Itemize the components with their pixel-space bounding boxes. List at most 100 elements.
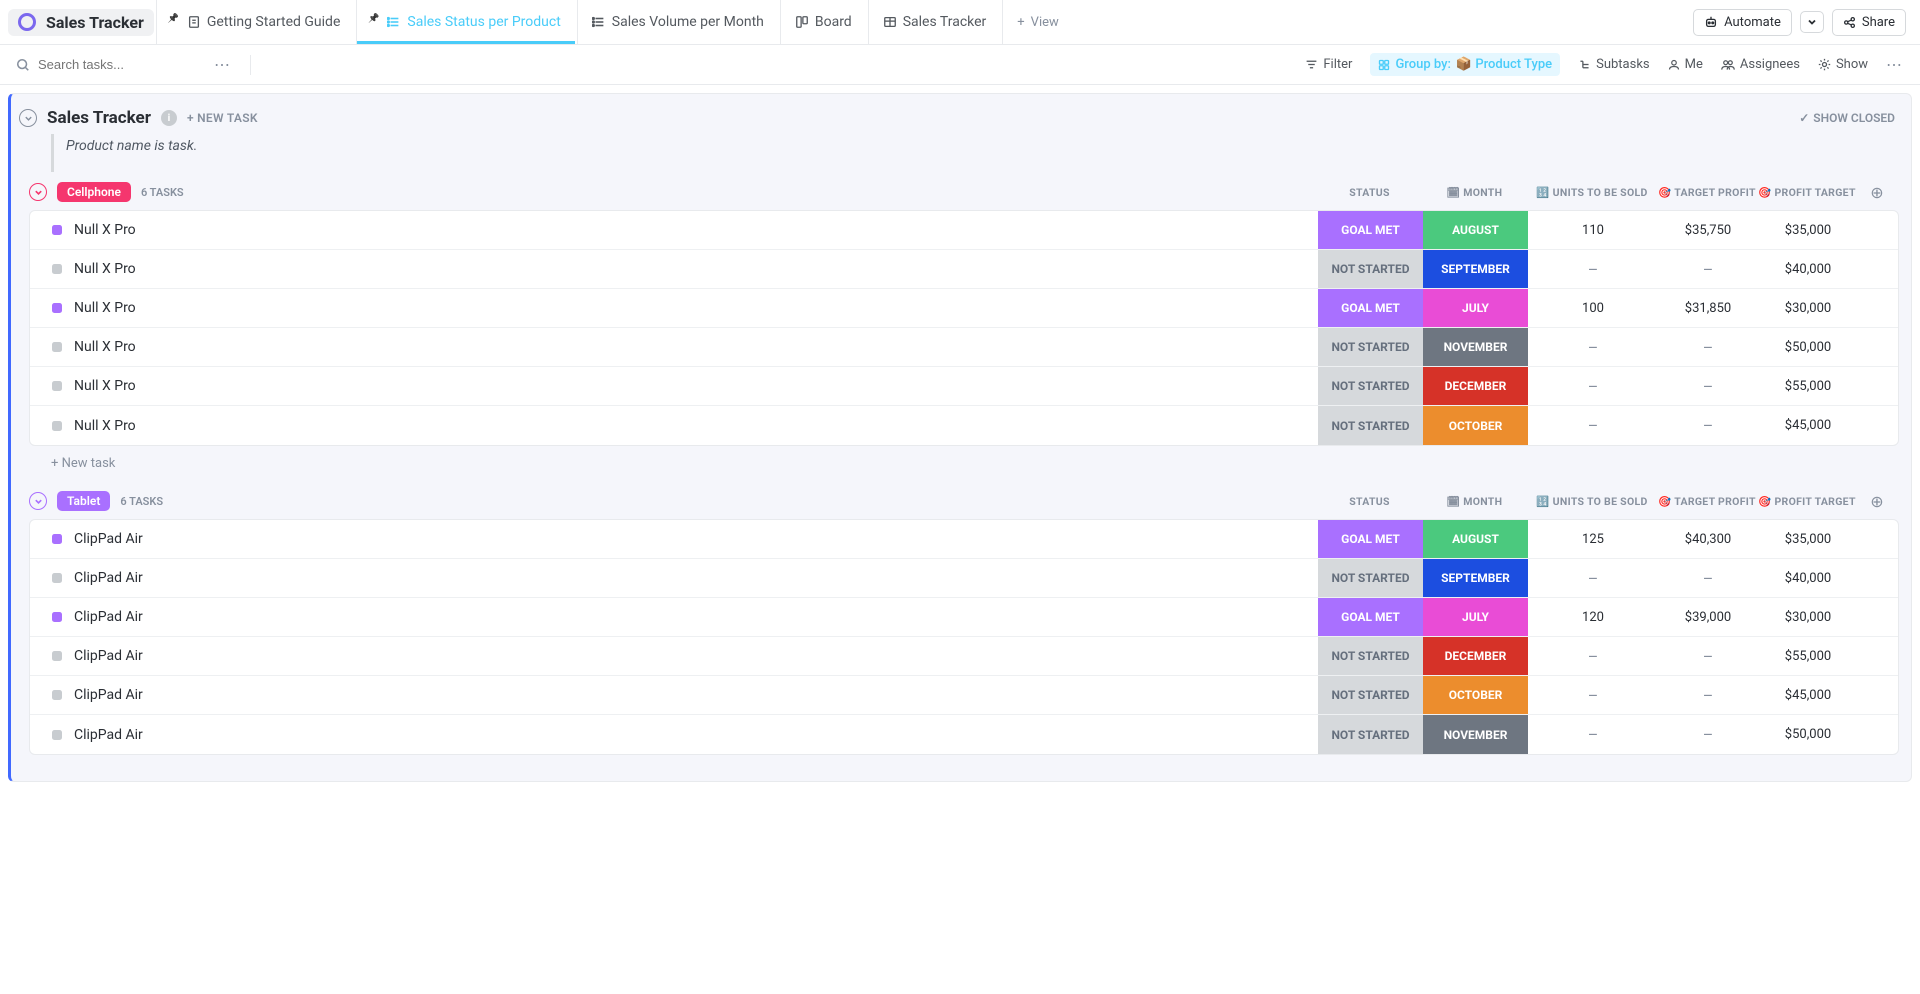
status-bullet[interactable] bbox=[52, 264, 62, 274]
units-cell[interactable]: – bbox=[1528, 569, 1658, 588]
profit-target-cell[interactable]: $45,000 bbox=[1758, 418, 1858, 433]
me-button[interactable]: Me bbox=[1668, 57, 1703, 72]
search-input[interactable] bbox=[38, 57, 178, 72]
table-row[interactable]: Null X Pro GOAL MET JULY 100 $31,850 $30… bbox=[30, 289, 1898, 328]
task-name[interactable]: Null X Pro bbox=[74, 300, 1318, 316]
table-row[interactable]: Null X Pro NOT STARTED NOVEMBER – – $50,… bbox=[30, 328, 1898, 367]
month-cell[interactable]: NOVEMBER bbox=[1423, 328, 1528, 366]
status-bullet[interactable] bbox=[52, 342, 62, 352]
table-row[interactable]: ClipPad Air NOT STARTED SEPTEMBER – – $4… bbox=[30, 559, 1898, 598]
brand[interactable]: Sales Tracker bbox=[8, 9, 154, 36]
status-cell[interactable]: NOT STARTED bbox=[1318, 715, 1423, 754]
col-profit-target[interactable]: 🎯 PROFIT TARGET bbox=[1757, 495, 1857, 508]
col-target-profit[interactable]: 🎯 TARGET PROFIT bbox=[1657, 186, 1757, 199]
tab-sales-tracker[interactable]: Sales Tracker bbox=[868, 0, 1001, 44]
status-cell[interactable]: NOT STARTED bbox=[1318, 637, 1423, 675]
table-row[interactable]: ClipPad Air NOT STARTED NOVEMBER – – $50… bbox=[30, 715, 1898, 754]
status-cell[interactable]: NOT STARTED bbox=[1318, 250, 1423, 288]
target-profit-cell[interactable]: – bbox=[1658, 416, 1758, 435]
task-name[interactable]: ClipPad Air bbox=[74, 648, 1318, 664]
status-cell[interactable]: NOT STARTED bbox=[1318, 328, 1423, 366]
profit-target-cell[interactable]: $35,000 bbox=[1758, 223, 1858, 238]
assignees-button[interactable]: Assignees bbox=[1721, 57, 1800, 72]
col-profit-target[interactable]: 🎯 PROFIT TARGET bbox=[1757, 186, 1857, 199]
status-cell[interactable]: GOAL MET bbox=[1318, 520, 1423, 558]
new-task-row[interactable]: + New task bbox=[29, 446, 1911, 471]
profit-target-cell[interactable]: $50,000 bbox=[1758, 727, 1858, 742]
month-cell[interactable]: SEPTEMBER bbox=[1423, 250, 1528, 288]
target-profit-cell[interactable]: – bbox=[1658, 569, 1758, 588]
units-cell[interactable]: – bbox=[1528, 725, 1658, 744]
status-bullet[interactable] bbox=[52, 612, 62, 622]
target-profit-cell[interactable]: – bbox=[1658, 377, 1758, 396]
group-pill[interactable]: Tablet bbox=[57, 491, 110, 511]
share-button[interactable]: Share bbox=[1832, 9, 1906, 36]
automate-dropdown[interactable] bbox=[1800, 11, 1824, 33]
status-cell[interactable]: NOT STARTED bbox=[1318, 406, 1423, 445]
table-row[interactable]: Null X Pro NOT STARTED DECEMBER – – $55,… bbox=[30, 367, 1898, 406]
units-cell[interactable]: 120 bbox=[1528, 610, 1658, 625]
table-row[interactable]: ClipPad Air NOT STARTED OCTOBER – – $45,… bbox=[30, 676, 1898, 715]
task-name[interactable]: Null X Pro bbox=[74, 378, 1318, 394]
new-task-button[interactable]: + NEW TASK bbox=[187, 111, 258, 125]
add-view-button[interactable]: + View bbox=[1002, 0, 1073, 44]
col-status[interactable]: STATUS bbox=[1317, 495, 1422, 508]
status-bullet[interactable] bbox=[52, 534, 62, 544]
show-closed-button[interactable]: ✓ SHOW CLOSED bbox=[1799, 111, 1895, 125]
target-profit-cell[interactable]: – bbox=[1658, 647, 1758, 666]
target-profit-cell[interactable]: – bbox=[1658, 338, 1758, 357]
col-status[interactable]: STATUS bbox=[1317, 186, 1422, 199]
target-profit-cell[interactable]: $31,850 bbox=[1658, 301, 1758, 316]
month-cell[interactable]: DECEMBER bbox=[1423, 637, 1528, 675]
units-cell[interactable]: – bbox=[1528, 416, 1658, 435]
table-row[interactable]: ClipPad Air GOAL MET JULY 120 $39,000 $3… bbox=[30, 598, 1898, 637]
status-bullet[interactable] bbox=[52, 573, 62, 583]
month-cell[interactable]: DECEMBER bbox=[1423, 367, 1528, 405]
col-units[interactable]: 🔢 UNITS TO BE SOLD bbox=[1527, 186, 1657, 199]
month-cell[interactable]: OCTOBER bbox=[1423, 406, 1528, 445]
col-units[interactable]: 🔢 UNITS TO BE SOLD bbox=[1527, 495, 1657, 508]
table-row[interactable]: Null X Pro GOAL MET AUGUST 110 $35,750 $… bbox=[30, 211, 1898, 250]
table-row[interactable]: ClipPad Air GOAL MET AUGUST 125 $40,300 … bbox=[30, 520, 1898, 559]
task-name[interactable]: ClipPad Air bbox=[74, 727, 1318, 743]
group-collapse[interactable] bbox=[29, 183, 47, 201]
units-cell[interactable]: – bbox=[1528, 647, 1658, 666]
automate-button[interactable]: Automate bbox=[1693, 9, 1792, 36]
filter-button[interactable]: Filter bbox=[1305, 57, 1352, 72]
month-cell[interactable]: NOVEMBER bbox=[1423, 715, 1528, 754]
table-row[interactable]: ClipPad Air NOT STARTED DECEMBER – – $55… bbox=[30, 637, 1898, 676]
profit-target-cell[interactable]: $40,000 bbox=[1758, 571, 1858, 586]
col-target-profit[interactable]: 🎯 TARGET PROFIT bbox=[1657, 495, 1757, 508]
target-profit-cell[interactable]: – bbox=[1658, 686, 1758, 705]
month-cell[interactable]: AUGUST bbox=[1423, 520, 1528, 558]
task-name[interactable]: Null X Pro bbox=[74, 339, 1318, 355]
col-month[interactable]: 🗓 MONTH bbox=[1422, 495, 1527, 508]
status-cell[interactable]: GOAL MET bbox=[1318, 289, 1423, 327]
status-bullet[interactable] bbox=[52, 303, 62, 313]
status-cell[interactable]: GOAL MET bbox=[1318, 211, 1423, 249]
show-button[interactable]: Show bbox=[1818, 57, 1868, 72]
status-bullet[interactable] bbox=[52, 730, 62, 740]
status-cell[interactable]: NOT STARTED bbox=[1318, 676, 1423, 714]
subtasks-button[interactable]: Subtasks bbox=[1578, 57, 1650, 72]
target-profit-cell[interactable]: $40,300 bbox=[1658, 532, 1758, 547]
month-cell[interactable]: SEPTEMBER bbox=[1423, 559, 1528, 597]
info-icon[interactable]: i bbox=[161, 110, 177, 126]
target-profit-cell[interactable]: – bbox=[1658, 260, 1758, 279]
units-cell[interactable]: – bbox=[1528, 260, 1658, 279]
table-row[interactable]: Null X Pro NOT STARTED SEPTEMBER – – $40… bbox=[30, 250, 1898, 289]
group-by-chip[interactable]: Group by: 📦 Product Type bbox=[1370, 53, 1560, 76]
add-column-button[interactable]: ⊕ bbox=[1857, 492, 1897, 511]
month-cell[interactable]: JULY bbox=[1423, 289, 1528, 327]
profit-target-cell[interactable]: $50,000 bbox=[1758, 340, 1858, 355]
units-cell[interactable]: 110 bbox=[1528, 223, 1658, 238]
add-column-button[interactable]: ⊕ bbox=[1857, 183, 1897, 202]
profit-target-cell[interactable]: $30,000 bbox=[1758, 610, 1858, 625]
group-collapse[interactable] bbox=[29, 492, 47, 510]
status-cell[interactable]: NOT STARTED bbox=[1318, 559, 1423, 597]
month-cell[interactable]: OCTOBER bbox=[1423, 676, 1528, 714]
units-cell[interactable]: – bbox=[1528, 686, 1658, 705]
status-bullet[interactable] bbox=[52, 690, 62, 700]
tab-getting-started[interactable]: Getting Started Guide bbox=[156, 0, 355, 44]
status-cell[interactable]: GOAL MET bbox=[1318, 598, 1423, 636]
